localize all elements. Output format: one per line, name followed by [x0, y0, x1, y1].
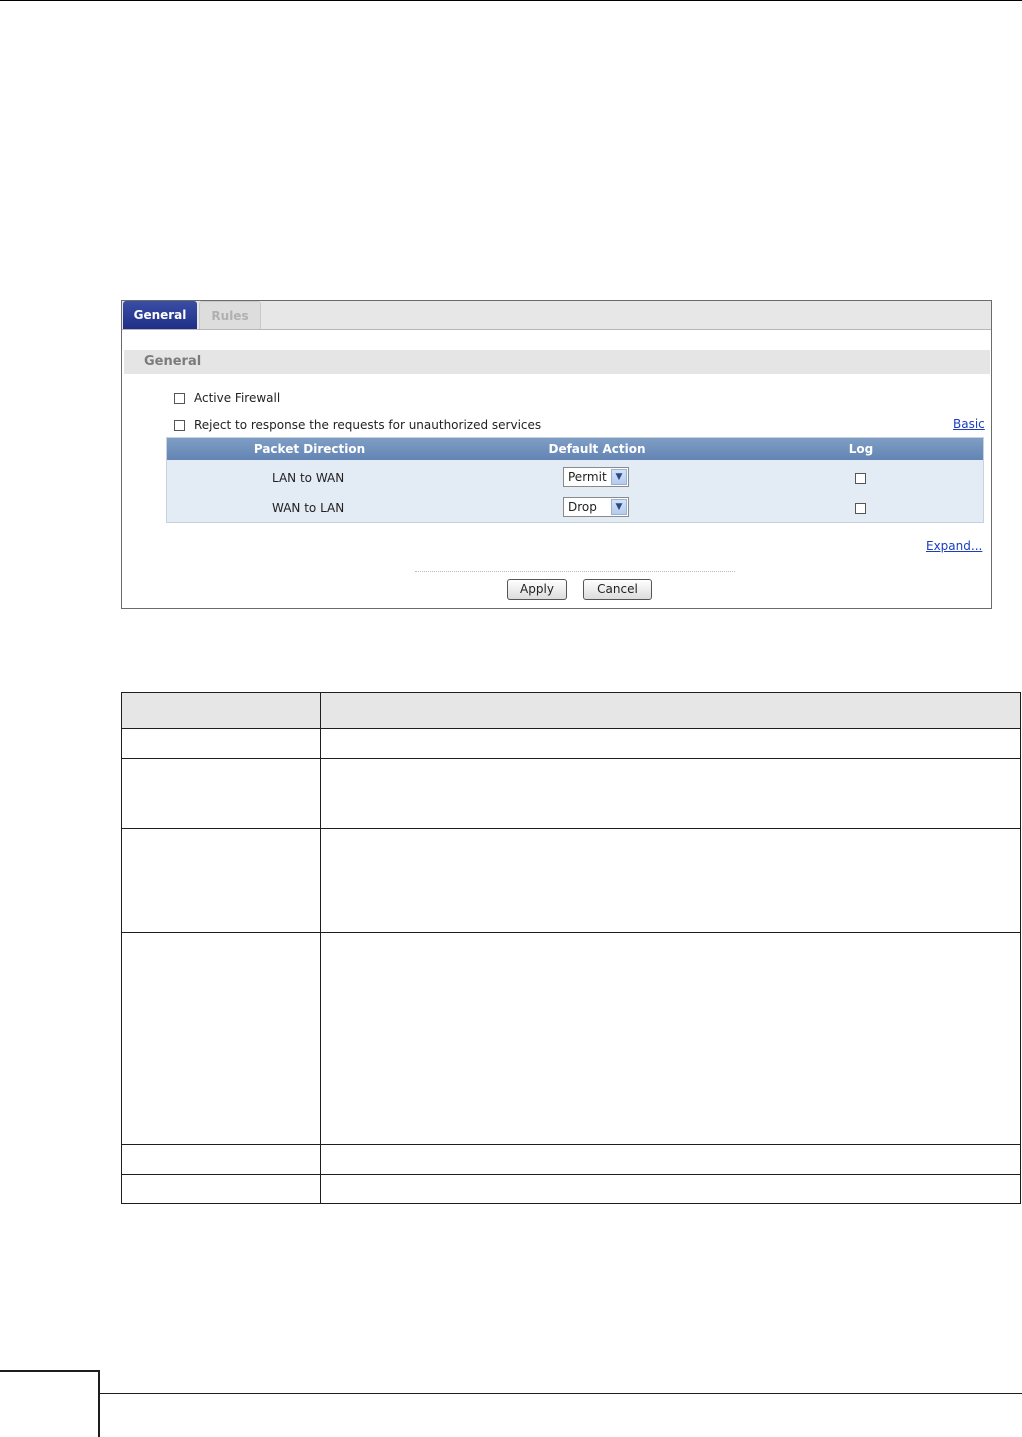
header-default-action: Default Action — [548, 442, 646, 456]
apply-button[interactable]: Apply — [507, 579, 567, 600]
row-divider — [122, 828, 1020, 829]
page-top-rule — [0, 0, 1022, 1]
button-separator — [415, 571, 735, 572]
expand-link[interactable]: Expand... — [926, 539, 982, 553]
active-firewall-label: Active Firewall — [194, 391, 281, 405]
row-wan-to-lan-direction: WAN to LAN — [272, 501, 345, 515]
row-divider — [122, 1174, 1020, 1175]
footer-rule — [0, 1393, 1022, 1394]
tab-bar: General Rules — [122, 301, 991, 330]
row-divider — [122, 1144, 1020, 1145]
row-divider — [122, 758, 1020, 759]
lan-to-wan-log-checkbox[interactable] — [855, 473, 866, 484]
row-divider — [122, 932, 1020, 933]
reject-unauthorized-checkbox[interactable] — [174, 420, 185, 431]
reject-unauthorized-label: Reject to response the requests for unau… — [194, 418, 542, 432]
active-firewall-checkbox[interactable] — [174, 393, 185, 404]
direction-table-header: Packet Direction Default Action Log — [167, 438, 983, 460]
lan-to-wan-action-select[interactable]: Permit ▼ — [563, 467, 629, 487]
header-packet-direction: Packet Direction — [253, 442, 366, 456]
page-number-box — [0, 1370, 100, 1437]
tab-rules[interactable]: Rules — [199, 301, 261, 329]
section-title: General — [124, 350, 990, 374]
column-divider — [320, 693, 321, 1203]
chevron-down-icon: ▼ — [611, 499, 627, 515]
description-table — [121, 692, 1021, 1204]
cancel-button[interactable]: Cancel — [583, 579, 652, 600]
row-divider — [122, 728, 1020, 729]
lan-to-wan-action-value: Permit — [568, 470, 607, 484]
tab-general[interactable]: General — [123, 301, 197, 329]
direction-table: Packet Direction Default Action Log LAN … — [166, 437, 984, 523]
wan-to-lan-log-checkbox[interactable] — [855, 503, 866, 514]
wan-to-lan-action-select[interactable]: Drop ▼ — [563, 497, 629, 517]
firewall-general-screen: General Rules General Active Firewall Re… — [121, 300, 992, 609]
description-table-header — [122, 693, 1020, 728]
wan-to-lan-action-value: Drop — [568, 500, 597, 514]
chevron-down-icon: ▼ — [611, 469, 627, 485]
row-lan-to-wan-direction: LAN to WAN — [272, 471, 345, 485]
header-log: Log — [848, 442, 874, 456]
basic-link[interactable]: Basic — [953, 417, 985, 431]
